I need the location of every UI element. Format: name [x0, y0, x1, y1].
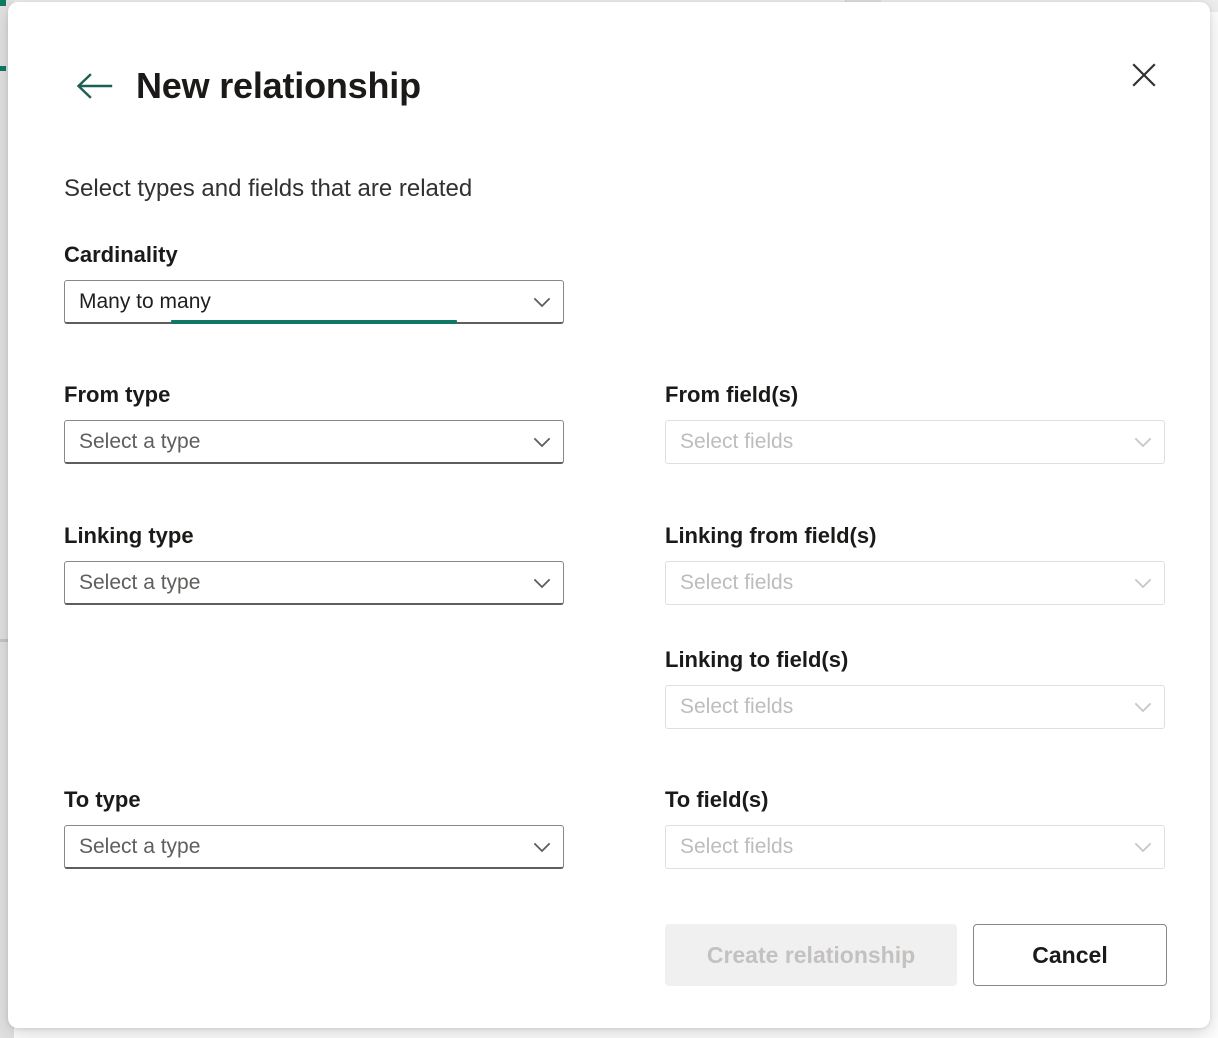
- label-linking-from-fields: Linking from field(s): [665, 521, 1165, 551]
- cancel-button[interactable]: Cancel: [973, 924, 1167, 986]
- linking-to-fields-placeholder: Select fields: [666, 687, 1122, 727]
- label-linking-to-fields: Linking to field(s): [665, 645, 1165, 675]
- field-group-linking-from-fields: Linking from field(s) Select fields: [665, 521, 1165, 605]
- from-type-dropdown[interactable]: Select a type: [64, 420, 564, 464]
- field-group-linking-to-fields: Linking to field(s) Select fields: [665, 645, 1165, 729]
- linking-type-dropdown[interactable]: Select a type: [64, 561, 564, 605]
- cardinality-dropdown[interactable]: Many to many: [64, 280, 564, 324]
- label-from-fields: From field(s): [665, 380, 1165, 410]
- label-to-fields: To field(s): [665, 785, 1165, 815]
- field-group-to-type: To type Select a type: [64, 785, 564, 869]
- label-to-type: To type: [64, 785, 564, 815]
- cardinality-focus-underline: [171, 320, 457, 324]
- chevron-down-icon: [1122, 695, 1164, 719]
- background-accent-mark-2: [0, 66, 6, 71]
- create-relationship-button[interactable]: Create relationship: [665, 924, 957, 986]
- linking-type-placeholder: Select a type: [65, 563, 521, 603]
- label-linking-type: Linking type: [64, 521, 564, 551]
- cardinality-value: Many to many: [65, 282, 521, 322]
- to-type-placeholder: Select a type: [65, 827, 521, 867]
- new-relationship-dialog: New relationship Select types and fields…: [8, 2, 1210, 1028]
- dialog-actions: Create relationship Cancel: [665, 924, 1167, 986]
- chevron-down-icon: [1122, 835, 1164, 859]
- chevron-down-icon: [521, 290, 563, 314]
- field-group-to-fields: To field(s) Select fields: [665, 785, 1165, 869]
- from-fields-placeholder: Select fields: [666, 422, 1122, 462]
- linking-from-fields-placeholder: Select fields: [666, 563, 1122, 603]
- field-group-from-type: From type Select a type: [64, 380, 564, 464]
- from-fields-dropdown[interactable]: Select fields: [665, 420, 1165, 464]
- to-fields-placeholder: Select fields: [666, 827, 1122, 867]
- field-group-cardinality: Cardinality Many to many: [64, 240, 564, 324]
- to-type-dropdown[interactable]: Select a type: [64, 825, 564, 869]
- chevron-down-icon: [521, 571, 563, 595]
- relationship-form: Cardinality Many to many From type Selec…: [8, 2, 1210, 1028]
- field-group-linking-type: Linking type Select a type: [64, 521, 564, 605]
- linking-to-fields-dropdown[interactable]: Select fields: [665, 685, 1165, 729]
- from-type-placeholder: Select a type: [65, 422, 521, 462]
- label-cardinality: Cardinality: [64, 240, 564, 270]
- chevron-down-icon: [521, 430, 563, 454]
- chevron-down-icon: [1122, 430, 1164, 454]
- background-accent-mark: [0, 0, 6, 6]
- label-from-type: From type: [64, 380, 564, 410]
- chevron-down-icon: [521, 835, 563, 859]
- chevron-down-icon: [1122, 571, 1164, 595]
- field-group-from-fields: From field(s) Select fields: [665, 380, 1165, 464]
- linking-from-fields-dropdown[interactable]: Select fields: [665, 561, 1165, 605]
- to-fields-dropdown[interactable]: Select fields: [665, 825, 1165, 869]
